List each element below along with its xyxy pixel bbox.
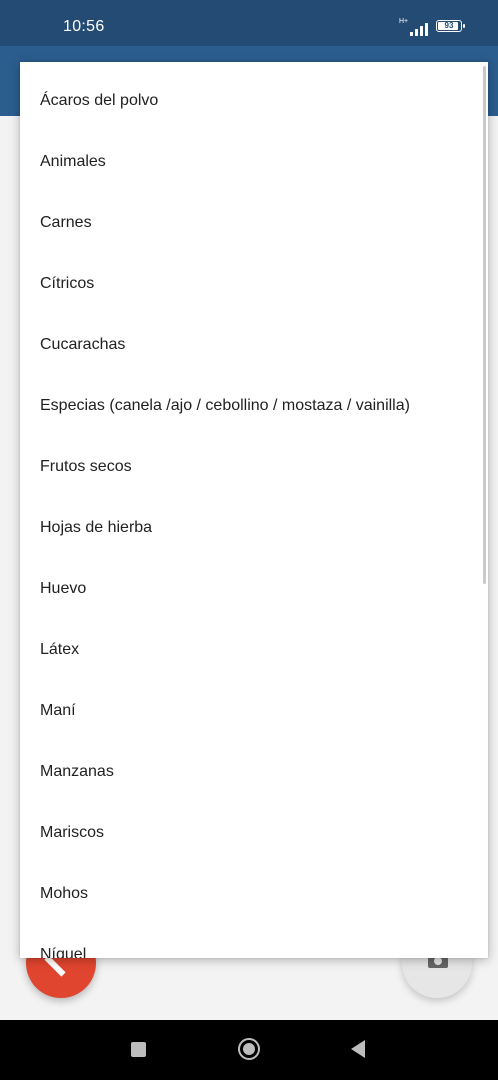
dropdown-option[interactable]: Látex	[20, 619, 488, 680]
dropdown-option[interactable]: Manzanas	[20, 741, 488, 802]
dropdown-option[interactable]: Especias (canela /ajo / cebollino / most…	[20, 375, 488, 436]
dropdown-option[interactable]: Cítricos	[20, 253, 488, 314]
dropdown-option[interactable]: Carnes	[20, 192, 488, 253]
dropdown-option[interactable]: Frutos secos	[20, 436, 488, 497]
battery-percent: 93	[444, 21, 454, 30]
system-icons: H+ 93	[399, 16, 465, 38]
network-type-label: H+	[399, 18, 409, 25]
dropdown-option[interactable]: Animales	[20, 131, 488, 192]
scrollbar[interactable]	[483, 66, 486, 584]
dropdown-option[interactable]: Cucarachas	[20, 314, 488, 375]
status-time: 10:56	[63, 18, 105, 35]
back-button[interactable]	[351, 1040, 365, 1058]
home-button[interactable]	[238, 1038, 260, 1060]
dropdown-list: Ácaros del polvo Animales Carnes Cítricos Cu…	[20, 62, 488, 958]
dropdown-option[interactable]: Mohos	[20, 863, 488, 924]
signal-icon	[410, 20, 432, 36]
dropdown-menu[interactable]: Ácaros del polvo Animales Carnes Cítricos Cu…	[20, 62, 488, 958]
edit-icon	[44, 955, 66, 977]
recents-button[interactable]	[131, 1042, 146, 1057]
dropdown-option[interactable]: Hojas de hierba	[20, 497, 488, 558]
dropdown-option[interactable]: Ácaros del polvo	[20, 70, 488, 131]
status-bar: 10:56 H+ 93	[0, 0, 498, 46]
navigation-bar	[0, 1020, 498, 1080]
dropdown-option[interactable]: Mariscos	[20, 802, 488, 863]
battery-icon: 93	[436, 20, 465, 32]
dropdown-option[interactable]: Huevo	[20, 558, 488, 619]
dropdown-option[interactable]: Maní	[20, 680, 488, 741]
dropdown-option[interactable]: Níquel	[20, 924, 488, 958]
